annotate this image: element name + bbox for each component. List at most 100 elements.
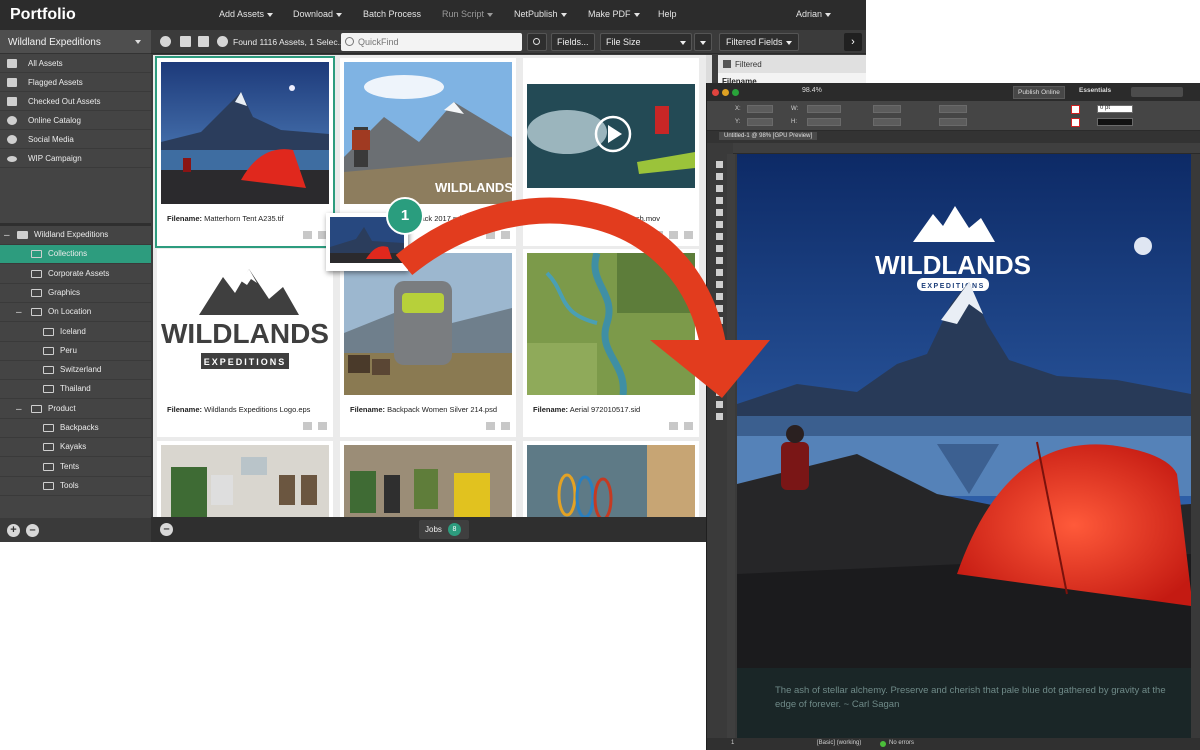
filtered-fields-button[interactable]: Filtered Fields (719, 33, 799, 51)
quickfind-box[interactable] (341, 33, 522, 51)
search-input[interactable] (358, 35, 518, 49)
rotate-field[interactable] (939, 105, 967, 113)
stroke-swatch-icon[interactable] (1071, 118, 1080, 127)
fields-button[interactable]: Fields... (551, 33, 595, 51)
add-button[interactable]: + (7, 524, 20, 537)
lock-icon[interactable] (684, 231, 693, 239)
help-search-input[interactable] (1131, 87, 1183, 97)
preflight-profile[interactable]: [Basic] (working) (817, 740, 861, 746)
asset-card[interactable]: Filename: Aerial 972010517.sid (523, 249, 699, 437)
grid-view-icon[interactable] (180, 36, 191, 47)
rectangle-tool-icon[interactable] (716, 281, 723, 288)
menu-make-pdf[interactable]: Make PDF (588, 9, 640, 19)
menu-batch-process[interactable]: Batch Process (363, 9, 421, 19)
document-tab[interactable]: Untitled-1 @ 98% [GPU Preview] (719, 132, 818, 140)
filter-panel-header[interactable]: Filtered (718, 55, 866, 73)
y-field[interactable] (747, 118, 773, 126)
sidebar-item-wip-campaign[interactable]: WIP Campaign (0, 150, 151, 168)
search-options-button[interactable] (527, 33, 547, 51)
sidebar-item-checked-out[interactable]: Checked Out Assets (0, 93, 151, 111)
lock-icon[interactable] (318, 422, 327, 430)
gap-tool-icon[interactable] (716, 197, 723, 204)
asset-card[interactable] (340, 441, 516, 517)
collapse-toggle-icon[interactable]: – (16, 307, 22, 318)
zoom-tool-icon[interactable] (716, 365, 723, 372)
indesign-scrollbar[interactable] (1191, 154, 1200, 738)
catalog-selector[interactable]: Wildland Expeditions (0, 30, 151, 54)
direct-selection-tool-icon[interactable] (716, 173, 723, 180)
swap-colors-icon[interactable] (716, 389, 723, 396)
collapse-toggle-icon[interactable]: – (4, 230, 10, 241)
tree-item[interactable]: Iceland (0, 323, 151, 342)
lock-icon[interactable] (501, 231, 510, 239)
type-tool-icon[interactable] (716, 221, 723, 228)
selection-tool-icon[interactable] (716, 161, 723, 168)
page-number[interactable]: 1 (731, 740, 734, 746)
sidebar-item-online-catalog[interactable]: Online Catalog (0, 112, 151, 130)
tree-item[interactable]: Backpacks (0, 419, 151, 438)
asset-card[interactable]: Filename: ...Video-Kayak Splash.mov (523, 58, 699, 246)
scissors-tool-icon[interactable] (716, 293, 723, 300)
close-window-icon[interactable] (712, 89, 719, 96)
tree-item[interactable]: Graphics (0, 284, 151, 303)
apply-none-icon[interactable] (716, 401, 723, 408)
zoom-window-icon[interactable] (732, 89, 739, 96)
refresh-icon[interactable] (160, 36, 171, 47)
shear-field[interactable] (939, 118, 967, 126)
flag-icon[interactable] (669, 422, 678, 430)
panel-toggle-button[interactable]: › (844, 33, 862, 51)
screen-mode-icon[interactable] (716, 413, 723, 420)
tree-item[interactable]: Kayaks (0, 438, 151, 458)
asset-card[interactable] (523, 441, 699, 517)
scale-x-field[interactable] (873, 105, 901, 113)
eyedropper-tool-icon[interactable] (716, 341, 723, 348)
collapse-button[interactable]: – (160, 523, 173, 536)
workspace-switcher[interactable]: Essentials (1079, 87, 1111, 94)
pencil-tool-icon[interactable] (716, 257, 723, 264)
scale-y-field[interactable] (873, 118, 901, 126)
sidebar-item-flagged-assets[interactable]: Flagged Assets (0, 74, 151, 92)
fill-swatch-icon[interactable] (1071, 105, 1080, 114)
gradient-tool-icon[interactable] (716, 317, 723, 324)
sidebar-item-social-media[interactable]: Social Media (0, 131, 151, 149)
tree-item[interactable]: Corporate Assets (0, 265, 151, 284)
minimize-window-icon[interactable] (722, 89, 729, 96)
sort-direction-button[interactable] (694, 33, 712, 51)
stroke-type-select[interactable] (1097, 118, 1133, 126)
asset-card[interactable]: Filename: Matterhorn Tent A235.tif (155, 56, 335, 248)
preflight-status[interactable]: No errors (889, 740, 914, 746)
flag-icon[interactable] (303, 422, 312, 430)
menu-netpublish[interactable]: NetPublish (514, 9, 567, 19)
tree-item[interactable]: Tools (0, 477, 151, 496)
list-view-icon[interactable] (198, 36, 209, 47)
tree-item[interactable]: Collections (0, 245, 151, 265)
content-collector-icon[interactable] (716, 209, 723, 216)
page-tool-icon[interactable] (716, 185, 723, 192)
fill-stroke-icon[interactable] (716, 377, 723, 384)
tree-item[interactable]: Switzerland (0, 361, 151, 381)
remove-button[interactable]: – (26, 524, 39, 537)
asset-card[interactable]: WILDLANDS EXPEDITIONS Filename: Wildland… (157, 249, 333, 437)
pen-tool-icon[interactable] (716, 245, 723, 252)
lock-icon[interactable] (684, 422, 693, 430)
sort-select[interactable]: File Size (600, 33, 692, 51)
menu-download[interactable]: Download (293, 9, 343, 19)
zoom-level[interactable]: 98.4% (802, 87, 822, 94)
menu-add-assets[interactable]: Add Assets (219, 9, 274, 19)
tree-item[interactable]: – Product (0, 400, 151, 419)
menu-run-script[interactable]: Run Script (442, 9, 494, 19)
menu-help[interactable]: Help (658, 9, 677, 19)
tree-item[interactable]: – Wildland Expeditions (0, 226, 151, 245)
tree-item[interactable]: Thailand (0, 380, 151, 400)
h-field[interactable] (807, 118, 841, 126)
flag-icon[interactable] (486, 422, 495, 430)
line-tool-icon[interactable] (716, 233, 723, 240)
globe-icon[interactable] (217, 36, 228, 47)
asset-card[interactable] (157, 441, 333, 517)
collapse-toggle-icon[interactable]: – (16, 404, 22, 415)
publish-online-button[interactable]: Publish Online (1013, 86, 1065, 99)
flag-icon[interactable] (303, 231, 312, 239)
asset-card[interactable]: Filename: Backpack Women Silver 214.psd (340, 249, 516, 437)
frame-tool-icon[interactable] (716, 269, 723, 276)
transform-tool-icon[interactable] (716, 305, 723, 312)
